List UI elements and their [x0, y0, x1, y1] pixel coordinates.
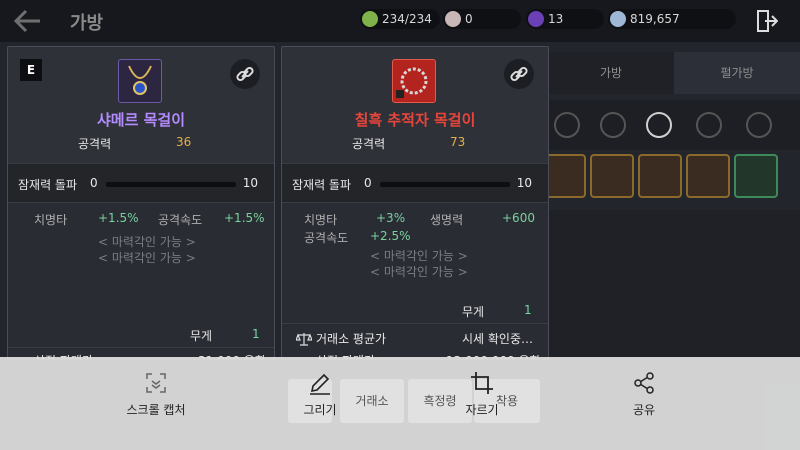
scale-icon — [295, 331, 313, 346]
attack-value: 73 — [450, 135, 466, 149]
draw-button[interactable]: 그리기 — [288, 357, 352, 450]
tab-bag-label: 가방 — [599, 66, 623, 80]
category-accessory-icon[interactable] — [646, 112, 672, 138]
stat-value: +600 — [502, 211, 535, 225]
tab-pearl-bag[interactable]: 펄가방 — [674, 52, 800, 94]
stat-label: 치명타 — [304, 213, 338, 227]
draw-label: 그리기 — [303, 403, 337, 417]
weight-value: 1 — [252, 327, 260, 341]
potential-min: 0 — [90, 176, 98, 190]
necklace-icon — [118, 59, 162, 103]
item-detail-card-equipped: E 샤메르 목걸이 공격력 36 잠재력 돌파 0 10 치명타 +1.5% 공… — [7, 46, 275, 360]
potential-bar — [106, 182, 236, 187]
purple-orb-icon — [528, 11, 544, 27]
scroll-capture-icon — [144, 371, 168, 395]
potential-label: 잠재력 돌파 — [292, 178, 352, 192]
attack-label: 공격력 — [352, 137, 386, 151]
pencil-icon — [308, 371, 332, 395]
link-share-icon[interactable] — [230, 59, 260, 89]
category-potion-icon[interactable] — [746, 112, 772, 138]
crop-icon — [470, 371, 494, 395]
attack-stat: 공격력 36 — [78, 135, 198, 152]
share-button[interactable]: 공유 — [612, 357, 676, 450]
divider — [282, 323, 548, 324]
potential-max: 10 — [242, 176, 258, 190]
engrave-slot: < 마력각인 가능 > — [98, 251, 196, 265]
stamina-icon — [362, 11, 378, 27]
equipped-badge: E — [20, 59, 42, 81]
ghost-label: 거래소 — [355, 394, 389, 408]
inventory-slot[interactable] — [734, 154, 778, 198]
weight-label: 무게 — [190, 329, 213, 343]
potential-max: 10 — [516, 176, 532, 190]
market-price-label: 거래소 평균가 — [316, 332, 387, 346]
category-armor-icon[interactable] — [600, 112, 626, 138]
tab-pearl-bag-label: 펄가방 — [720, 66, 754, 80]
attack-stat: 공격력 73 — [352, 135, 472, 152]
tab-bag[interactable]: 가방 — [548, 52, 674, 94]
stat-label: 공격속도 — [158, 213, 203, 227]
silver-counter: 819,657 — [608, 9, 736, 29]
category-row — [548, 100, 800, 150]
stat-value: +1.5% — [224, 211, 265, 225]
market-price-value: 시세 확인중… — [462, 332, 534, 346]
potential-breakthrough: 잠재력 돌파 0 10 — [282, 163, 548, 203]
pearl-value: 0 — [465, 12, 473, 26]
engrave-slot: < 마력각인 가능 > — [370, 265, 468, 279]
exit-icon[interactable] — [756, 9, 779, 33]
divider — [8, 347, 274, 348]
stat-value: +1.5% — [98, 211, 139, 225]
purple-orb-counter: 13 — [526, 9, 604, 29]
inventory-items — [542, 154, 800, 202]
silver-coin-icon — [610, 11, 626, 27]
inventory-list-area — [548, 210, 800, 360]
stamina-counter: 234/234 — [360, 9, 440, 29]
screenshot-toolbar: 거래소 흑정령 착용 스크롤 캡처 그리기 자르기 공유 — [0, 357, 800, 450]
inventory-slot[interactable] — [590, 154, 634, 198]
engrave-slot: < 마력각인 가능 > — [98, 235, 196, 249]
inventory-tabs: 가방 펄가방 — [548, 52, 800, 94]
necklace-icon — [392, 59, 436, 103]
potential-bar — [380, 182, 510, 187]
potential-breakthrough: 잠재력 돌파 0 10 — [8, 163, 274, 203]
potential-label: 잠재력 돌파 — [18, 178, 78, 192]
item-name: 샤메르 목걸이 — [96, 111, 186, 129]
pearl-counter: 0 — [443, 9, 521, 29]
share-label: 공유 — [632, 403, 656, 417]
stat-value: +3% — [376, 211, 406, 225]
share-icon — [632, 371, 656, 395]
page-title: 가방 — [70, 13, 104, 34]
stamina-value: 234/234 — [382, 12, 432, 26]
crop-button[interactable]: 자르기 — [450, 357, 514, 450]
link-share-icon[interactable] — [504, 59, 534, 89]
silver-value: 819,657 — [630, 12, 680, 26]
engrave-slot: < 마력각인 가능 > — [370, 249, 468, 263]
stat-label: 생명력 — [430, 213, 464, 227]
purple-orb-value: 13 — [548, 12, 564, 26]
weight-value: 1 — [524, 303, 532, 317]
pearl-icon — [445, 11, 461, 27]
potential-min: 0 — [364, 176, 372, 190]
top-bar: 가방 234/234 0 13 819,657 — [0, 0, 800, 42]
category-gem-icon[interactable] — [696, 112, 722, 138]
item-detail-card-compare: 칠흑 추적자 목걸이 공격력 73 잠재력 돌파 0 10 치명타 +3% 생명… — [281, 46, 549, 360]
scroll-capture-button[interactable]: 스크롤 캡처 — [116, 357, 196, 450]
stat-label: 치명타 — [34, 213, 68, 227]
category-weapon-icon[interactable] — [554, 112, 580, 138]
stat-label: 공격속도 — [304, 231, 349, 245]
inventory-slot[interactable] — [686, 154, 730, 198]
attack-value: 36 — [176, 135, 192, 149]
weight-label: 무게 — [462, 305, 485, 319]
item-name: 칠흑 추적자 목걸이 — [354, 111, 476, 129]
attack-label: 공격력 — [78, 137, 112, 151]
back-arrow-icon[interactable] — [12, 8, 46, 36]
crop-label: 자르기 — [465, 403, 499, 417]
stat-value: +2.5% — [370, 229, 411, 243]
inventory-slot[interactable] — [638, 154, 682, 198]
scroll-capture-label: 스크롤 캡처 — [126, 403, 186, 417]
